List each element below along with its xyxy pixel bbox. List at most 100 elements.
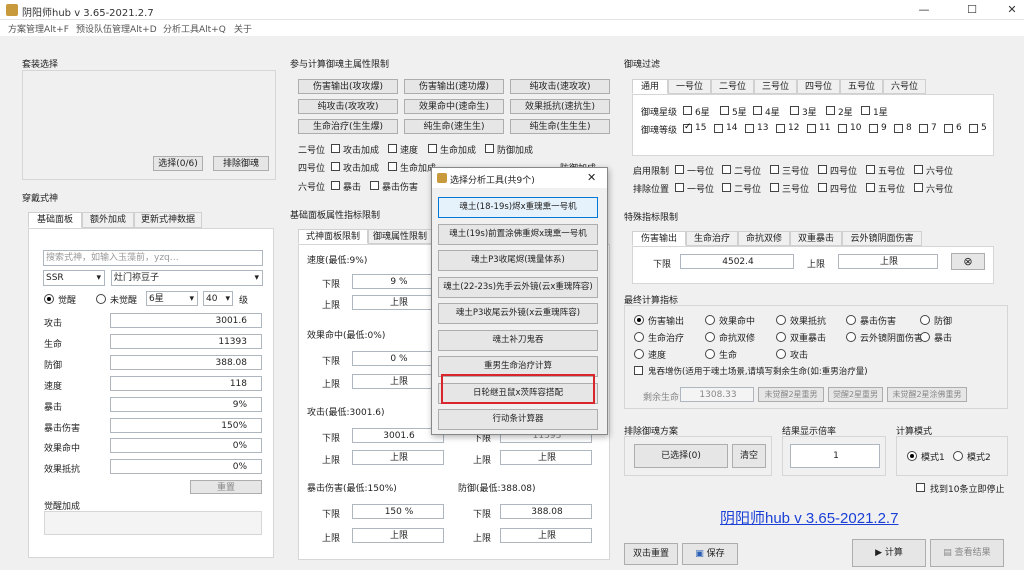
stat-spd-input[interactable]: 118 [110,376,262,391]
remain-input[interactable]: 1308.33 [680,387,754,402]
max-input[interactable]: 上限 [500,450,592,465]
unawake-radio[interactable] [96,294,106,304]
tab-pos6[interactable]: 六号位 [883,79,926,94]
checkbox[interactable] [722,165,731,174]
checkbox[interactable] [675,165,684,174]
stat-hp-input[interactable]: 11393 [110,334,262,349]
radio[interactable] [705,315,715,325]
menu-about[interactable]: 关于 [234,22,252,35]
tab-heal[interactable]: 生命治疗 [686,231,738,246]
preset-awake-button[interactable]: 觉醒2星重男 [828,387,883,402]
radio[interactable] [634,315,644,325]
checkbox[interactable] [770,165,779,174]
tab-pos1[interactable]: 一号位 [668,79,711,94]
menu-plan[interactable]: 方案管理Alt+F [8,22,69,35]
stat-crit-input[interactable]: 9% [110,397,262,412]
tab-damage[interactable]: 伤害输出 [632,231,686,246]
checkbox[interactable] [485,144,494,153]
preset-tufo-button[interactable]: 未觉醒2星涂佛重男 [887,387,967,402]
special-min-input[interactable]: 4502.4 [680,254,794,269]
preset-button[interactable]: 效果命中(速命生) [404,99,504,114]
max-input[interactable]: 上限 [500,528,592,543]
tab-hit-res[interactable]: 命抗双修 [738,231,790,246]
checkbox[interactable] [714,124,723,133]
min-input[interactable]: 388.08 [500,504,592,519]
save-button[interactable]: ▣ 保存 [682,543,738,565]
tab-update-data[interactable]: 更新式神数据 [134,212,202,228]
checkbox[interactable] [675,183,684,192]
close-button[interactable]: ✕ [992,2,1024,18]
min-input[interactable]: 150 % [352,504,444,519]
minimize-button[interactable]: — [904,2,944,18]
checkbox[interactable] [914,183,923,192]
checkbox[interactable] [720,106,729,115]
checkbox[interactable] [944,124,953,133]
rarity-select[interactable]: SSR ▾ [43,270,105,286]
checkbox[interactable] [826,106,835,115]
radio[interactable] [776,332,786,342]
special-max-input[interactable]: 上限 [838,254,938,269]
preset-button[interactable]: 伤害输出(速功爆) [404,79,504,94]
preset-unawake-button[interactable]: 未觉醒2星重男 [758,387,824,402]
checkbox[interactable] [331,162,340,171]
exclude-mitama-button[interactable]: 排除御魂 [213,156,269,171]
select-sets-button[interactable]: 选择(0/6) [153,156,203,171]
stat-res-input[interactable]: 0% [110,459,262,474]
preset-button[interactable]: 纯生命(速生生) [404,119,504,134]
preset-button[interactable]: 伤害输出(攻攻爆) [298,79,398,94]
analysis-tool-item[interactable]: 魂土(19s)前置涂佛重烬x瑰熏一号机 [438,223,598,245]
level-select[interactable]: 40 ▾ [203,291,233,306]
checkbox[interactable] [776,124,785,133]
menu-team[interactable]: 预设队伍管理Alt+D [76,22,157,35]
stat-hit-input[interactable]: 0% [110,438,262,453]
view-results-button[interactable]: ▤ 查看结果 [930,539,1004,567]
tab-base-panel[interactable]: 基础面板 [28,212,82,228]
radio[interactable] [776,349,786,359]
clear-button[interactable]: 清空 [732,444,766,468]
stat-def-input[interactable]: 388.08 [110,355,262,370]
selected-plans-button[interactable]: 已选择(0) [634,444,728,468]
checkbox[interactable] [388,144,397,153]
checkbox[interactable] [683,122,692,133]
checkbox[interactable] [722,183,731,192]
maximize-button[interactable]: ☐ [952,2,992,18]
star-select[interactable]: 6星 ▾ [146,291,198,306]
tab-pos4[interactable]: 四号位 [797,79,840,94]
checkbox[interactable] [818,165,827,174]
tab-pos3[interactable]: 三号位 [754,79,797,94]
radio[interactable] [920,332,930,342]
mode2-radio[interactable] [953,451,963,461]
awake-radio[interactable] [44,294,54,304]
max-input[interactable]: 上限 [352,528,444,543]
analysis-tool-item[interactable]: 魂土(18-19s)烬x重瑰熏一号机 [438,197,598,218]
checkbox[interactable] [861,106,870,115]
reset-button[interactable]: 重置 [190,480,262,494]
double-click-reset-button[interactable]: 双击重置 [624,543,678,565]
radio[interactable] [705,349,715,359]
checkbox[interactable] [866,183,875,192]
shikigami-select[interactable]: 灶门祢豆子 ▾ [111,270,263,286]
preset-button[interactable]: 纯生命(生生生) [510,119,610,134]
checkbox[interactable] [919,124,928,133]
preset-button[interactable]: 纯攻击(攻攻攻) [298,99,398,114]
checkbox[interactable] [869,124,878,133]
analysis-tool-item[interactable]: 魂土补刀鬼吞 [438,329,598,351]
shikigami-search-input[interactable]: 搜索式神，如输入玉藻前，yzq… [43,250,263,266]
stat-critdmg-input[interactable]: 150% [110,418,262,433]
tab-general[interactable]: 通用 [632,79,668,94]
checkbox[interactable] [370,181,379,190]
checkbox[interactable] [894,124,903,133]
radio[interactable] [846,315,856,325]
analysis-tool-item[interactable]: 魂土(22-23s)先手云外镜(云x重瑰阵容) [438,276,598,298]
tab-double-crit[interactable]: 双重暴击 [790,231,842,246]
checkbox[interactable] [969,124,978,133]
tab-mitama-limit[interactable]: 御魂属性限制 [368,229,432,244]
checkbox[interactable] [745,124,754,133]
tab-shiki-limit[interactable]: 式神面板限制 [298,229,368,244]
tab-mirror[interactable]: 云外镜阴面伤害 [842,231,922,246]
calculate-button[interactable]: ▶ 计算 [852,539,926,567]
checkbox[interactable] [683,106,692,115]
checkbox[interactable] [790,106,799,115]
checkbox[interactable] [770,183,779,192]
radio[interactable] [920,315,930,325]
